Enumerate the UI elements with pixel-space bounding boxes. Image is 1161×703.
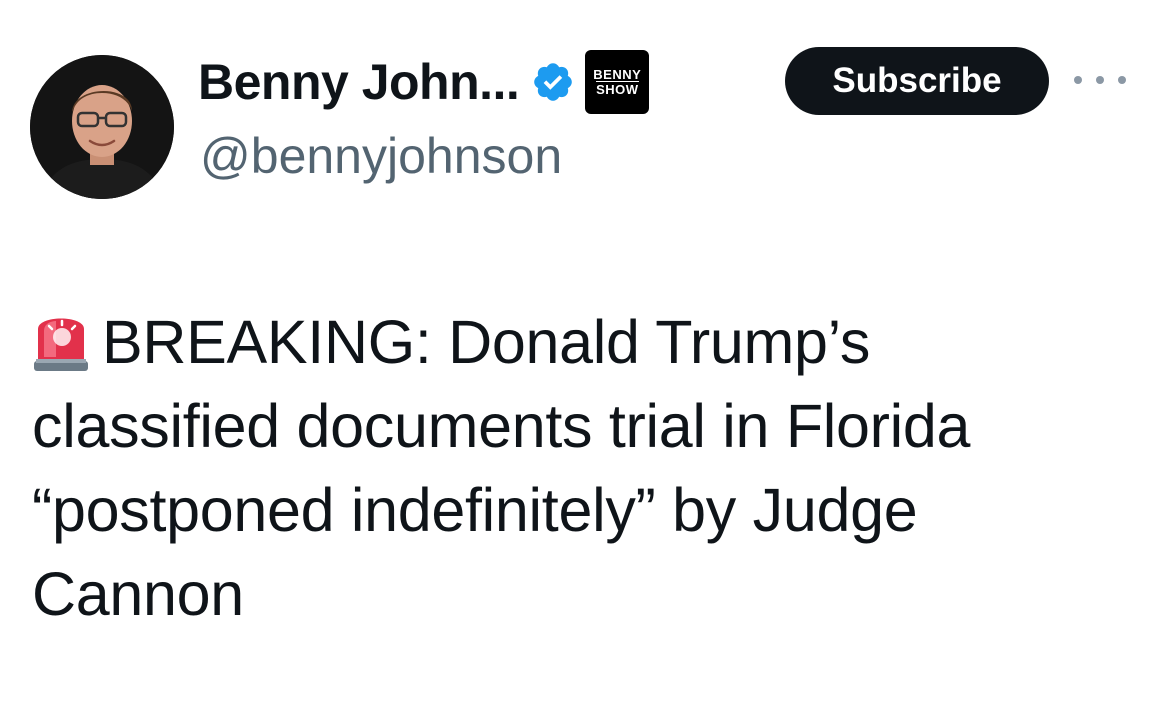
avatar[interactable] [30, 55, 174, 199]
affiliate-badge[interactable]: BENNY SHOW [585, 50, 650, 114]
dot-icon [1118, 76, 1126, 84]
dot-icon [1074, 76, 1082, 84]
author-handle[interactable]: @bennyjohnson [200, 127, 562, 185]
tweet-text: BREAKING: Donald Trump’s classified docu… [32, 308, 971, 628]
dot-icon [1096, 76, 1104, 84]
subscribe-button[interactable]: Subscribe [785, 47, 1049, 115]
tweet-text-container: BREAKING: Donald Trump’s classified docu… [32, 300, 1132, 636]
verified-badge-icon[interactable] [531, 60, 575, 104]
author-name-row: Benny John... BENNY SHOW [198, 50, 650, 114]
display-name[interactable]: Benny John... [198, 53, 520, 111]
more-options-icon[interactable] [1074, 62, 1126, 98]
affiliate-badge-line1: BENNY [593, 67, 642, 82]
police-siren-icon [34, 318, 88, 371]
affiliate-badge-line2: SHOW [596, 81, 639, 97]
avatar-photo [30, 55, 174, 199]
